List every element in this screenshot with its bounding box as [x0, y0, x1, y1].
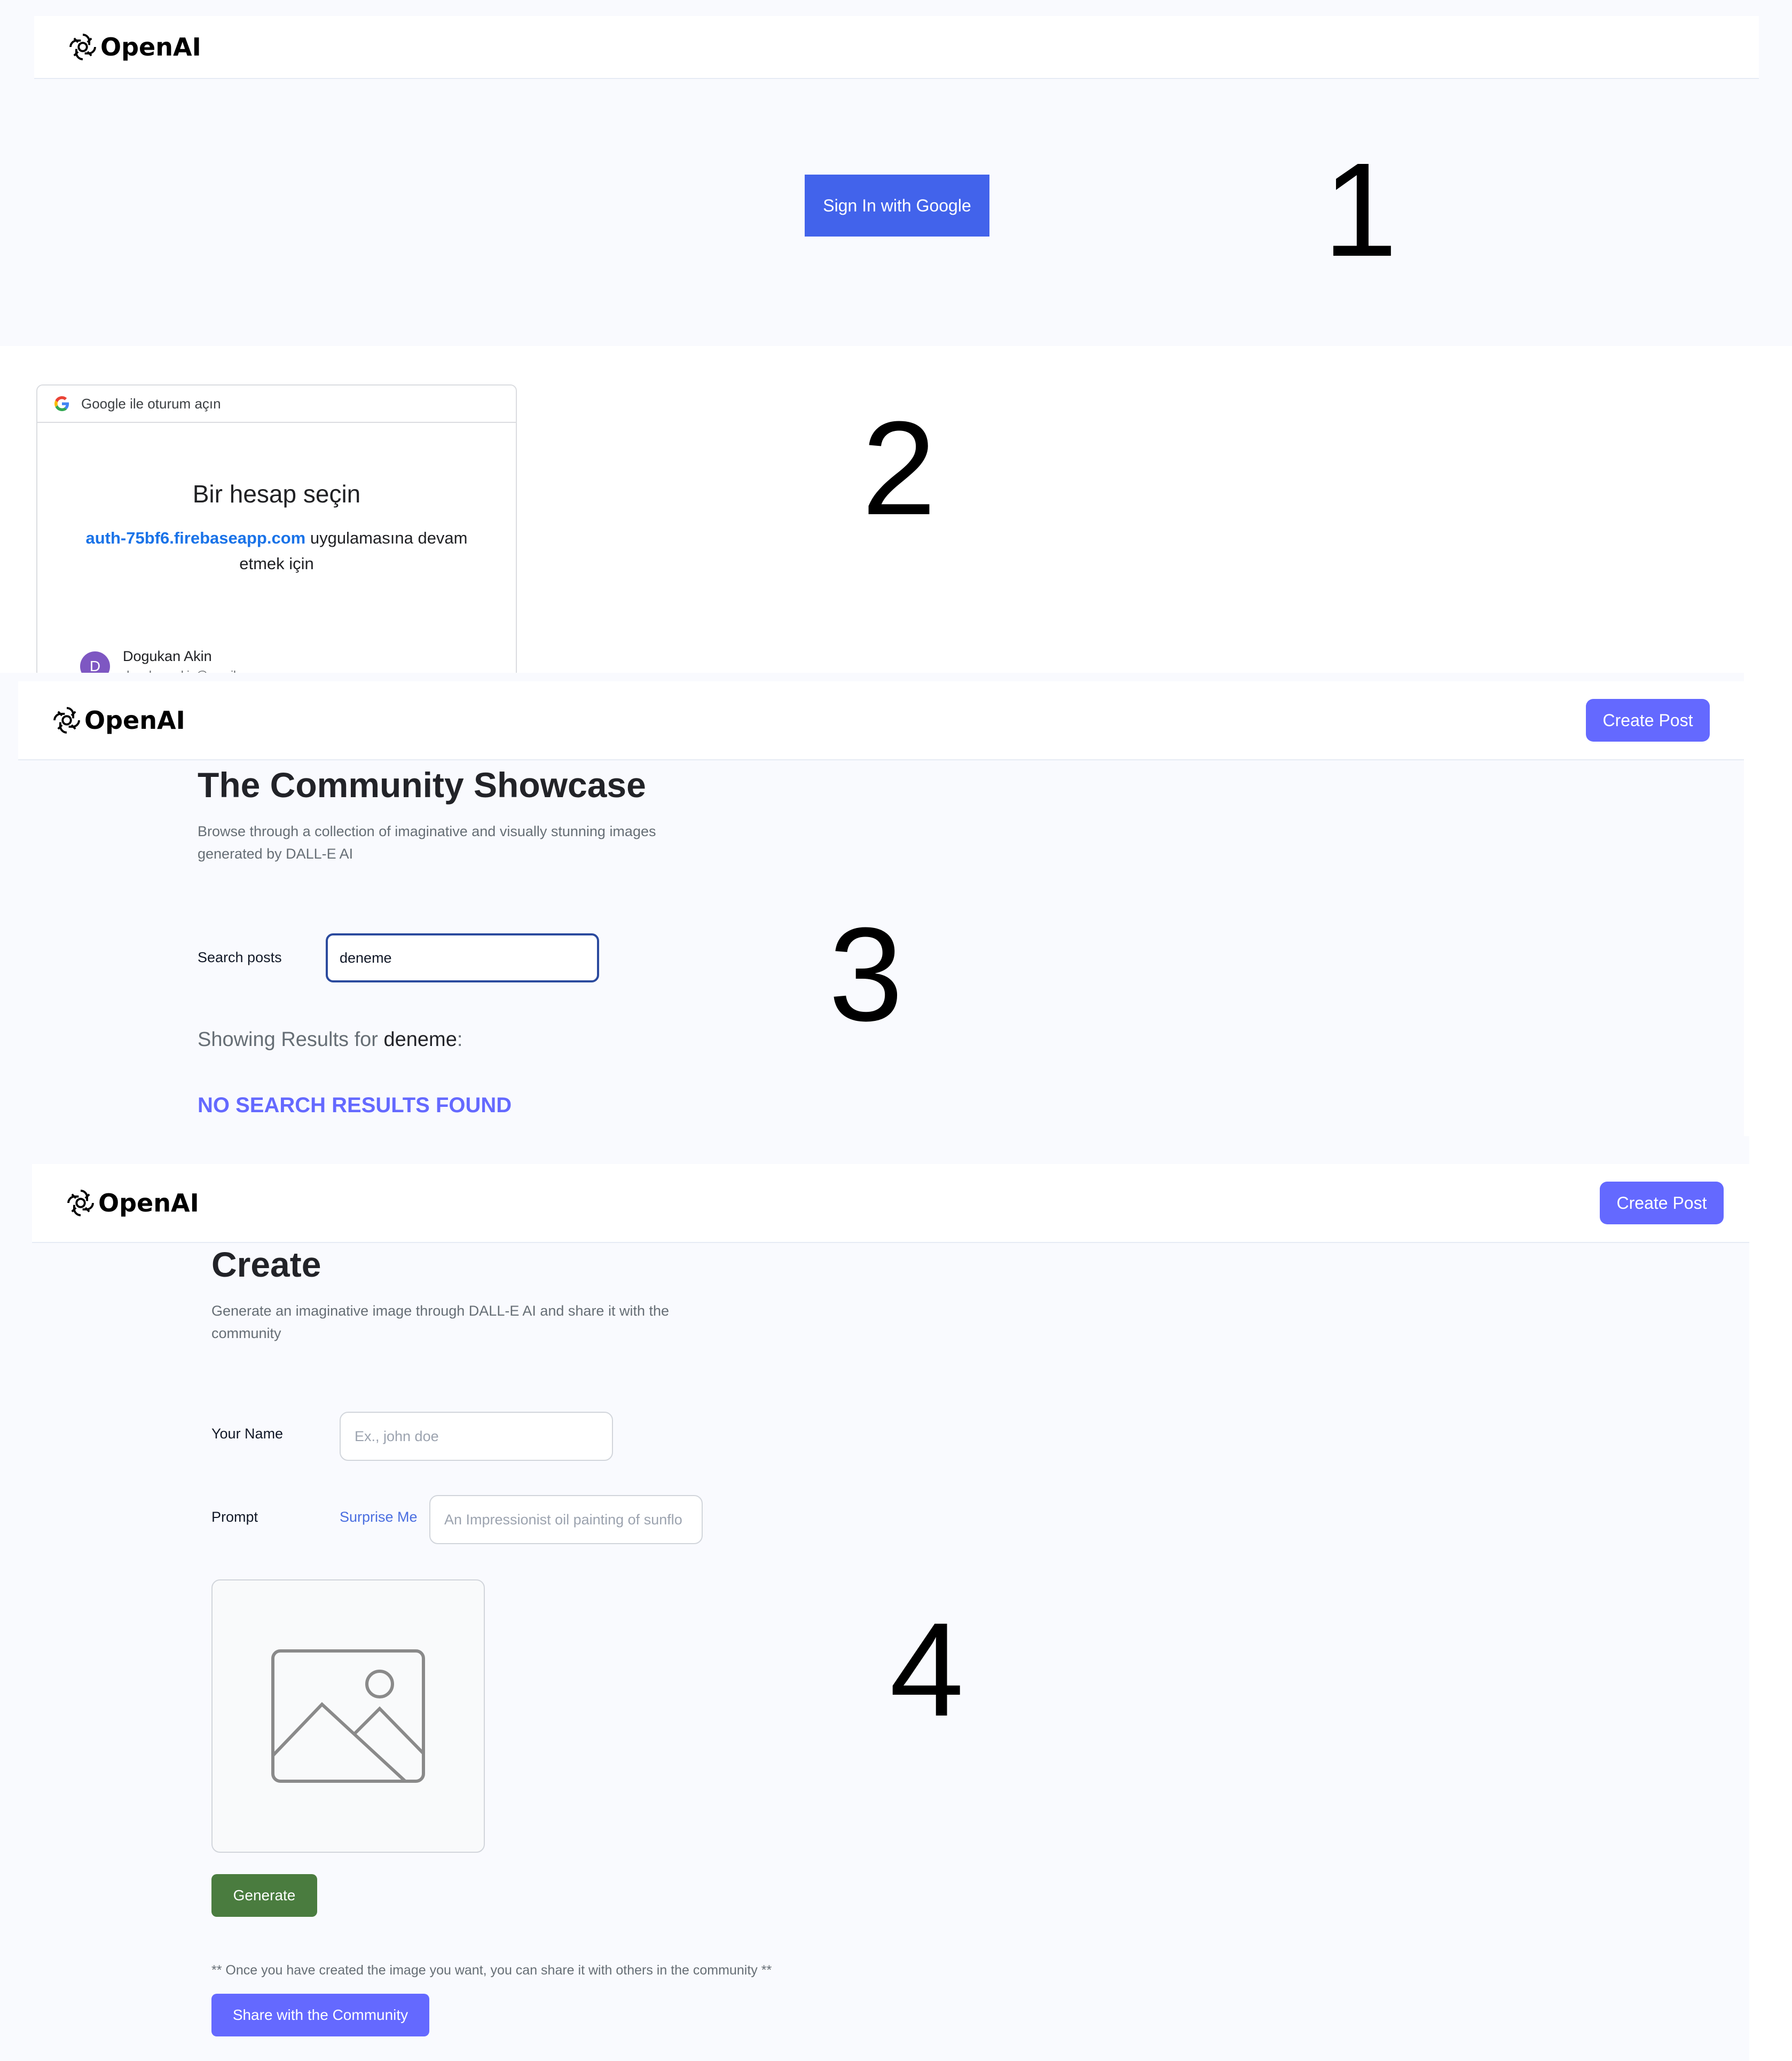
step-number-2: 2: [862, 394, 937, 542]
prompt-placeholder: An Impressionist oil painting of sunflo: [444, 1511, 682, 1528]
openai-logo[interactable]: OpenAI: [51, 705, 185, 736]
openai-logo-icon: [69, 34, 96, 60]
results-suffix: :: [457, 1028, 463, 1051]
step-number-4: 4: [890, 1595, 964, 1744]
results-prefix: Showing Results for: [198, 1028, 384, 1051]
surprise-me-button[interactable]: Surprise Me: [340, 1509, 418, 1525]
create-post-button[interactable]: Create Post: [1600, 1182, 1724, 1224]
name-placeholder: Ex., john doe: [355, 1428, 439, 1444]
page-title: Create: [211, 1245, 321, 1284]
panel-google-chooser: Google ile oturum açın Bir hesap seçin a…: [0, 346, 1792, 683]
share-community-button[interactable]: Share with the Community: [211, 1994, 429, 2036]
subtitle-line-1: Browse through a collection of imaginati…: [198, 823, 656, 839]
search-input[interactable]: deneme: [326, 933, 599, 982]
page-title: The Community Showcase: [198, 765, 646, 805]
results-query: deneme: [383, 1028, 457, 1051]
logo-text: OpenAI: [84, 706, 185, 735]
header: OpenAI: [34, 16, 1759, 79]
continue-text-2: etmek için: [239, 554, 314, 573]
account-name: Dogukan Akin: [123, 648, 212, 664]
share-note: ** Once you have created the image you w…: [211, 1963, 772, 1978]
google-account-dialog: Google ile oturum açın Bir hesap seçin a…: [36, 384, 517, 683]
image-placeholder-icon: [271, 1649, 425, 1783]
header: OpenAI Create Post: [32, 1164, 1749, 1243]
subtitle-line-2: community: [211, 1325, 281, 1341]
header: OpenAI Create Post: [18, 681, 1744, 760]
panel-community: OpenAI Create Post The Community Showcas…: [0, 673, 1744, 1136]
image-preview-box: [211, 1579, 485, 1853]
create-post-button[interactable]: Create Post: [1586, 699, 1710, 742]
page-subtitle: Browse through a collection of imaginati…: [198, 820, 732, 865]
page-subtitle: Generate an imaginative image through DA…: [211, 1300, 745, 1344]
dialog-description: auth-75bf6.firebaseapp.com uygulamasına …: [37, 525, 516, 577]
step-number-3: 3: [829, 900, 903, 1049]
search-label: Search posts: [198, 949, 282, 965]
panel-create: OpenAI Create Post Create Generate an im…: [0, 1136, 1749, 2061]
openai-logo[interactable]: OpenAI: [65, 1187, 199, 1218]
logo-text: OpenAI: [98, 1189, 199, 1217]
no-results-message: NO SEARCH RESULTS FOUND: [198, 1094, 512, 1117]
results-heading: Showing Results for deneme:: [198, 1028, 462, 1051]
app-domain-link[interactable]: auth-75bf6.firebaseapp.com: [86, 529, 306, 547]
dialog-titlebar: Google ile oturum açın: [37, 386, 516, 423]
prompt-input[interactable]: An Impressionist oil painting of sunflo: [429, 1495, 703, 1544]
sign-in-google-button[interactable]: Sign In with Google: [805, 175, 989, 237]
openai-logo-icon: [67, 1190, 94, 1216]
logo-text: OpenAI: [100, 33, 201, 61]
subtitle-line-1: Generate an imaginative image through DA…: [211, 1303, 669, 1319]
search-value: deneme: [340, 949, 392, 966]
name-label: Your Name: [211, 1426, 284, 1442]
openai-logo-icon: [53, 707, 80, 734]
name-input[interactable]: Ex., john doe: [340, 1412, 613, 1461]
prompt-label: Prompt: [211, 1509, 258, 1525]
generate-button[interactable]: Generate: [211, 1874, 317, 1917]
openai-logo[interactable]: OpenAI: [67, 32, 201, 62]
dialog-title: Google ile oturum açın: [81, 395, 221, 412]
subtitle-line-2: generated by DALL-E AI: [198, 846, 353, 862]
panel-sign-in: OpenAI Sign In with Google 1: [0, 0, 1792, 346]
google-g-icon: [54, 396, 69, 411]
continue-text-1: uygulamasına devam: [305, 529, 468, 547]
step-number-1: 1: [1323, 135, 1398, 284]
dialog-heading: Bir hesap seçin: [192, 480, 361, 508]
